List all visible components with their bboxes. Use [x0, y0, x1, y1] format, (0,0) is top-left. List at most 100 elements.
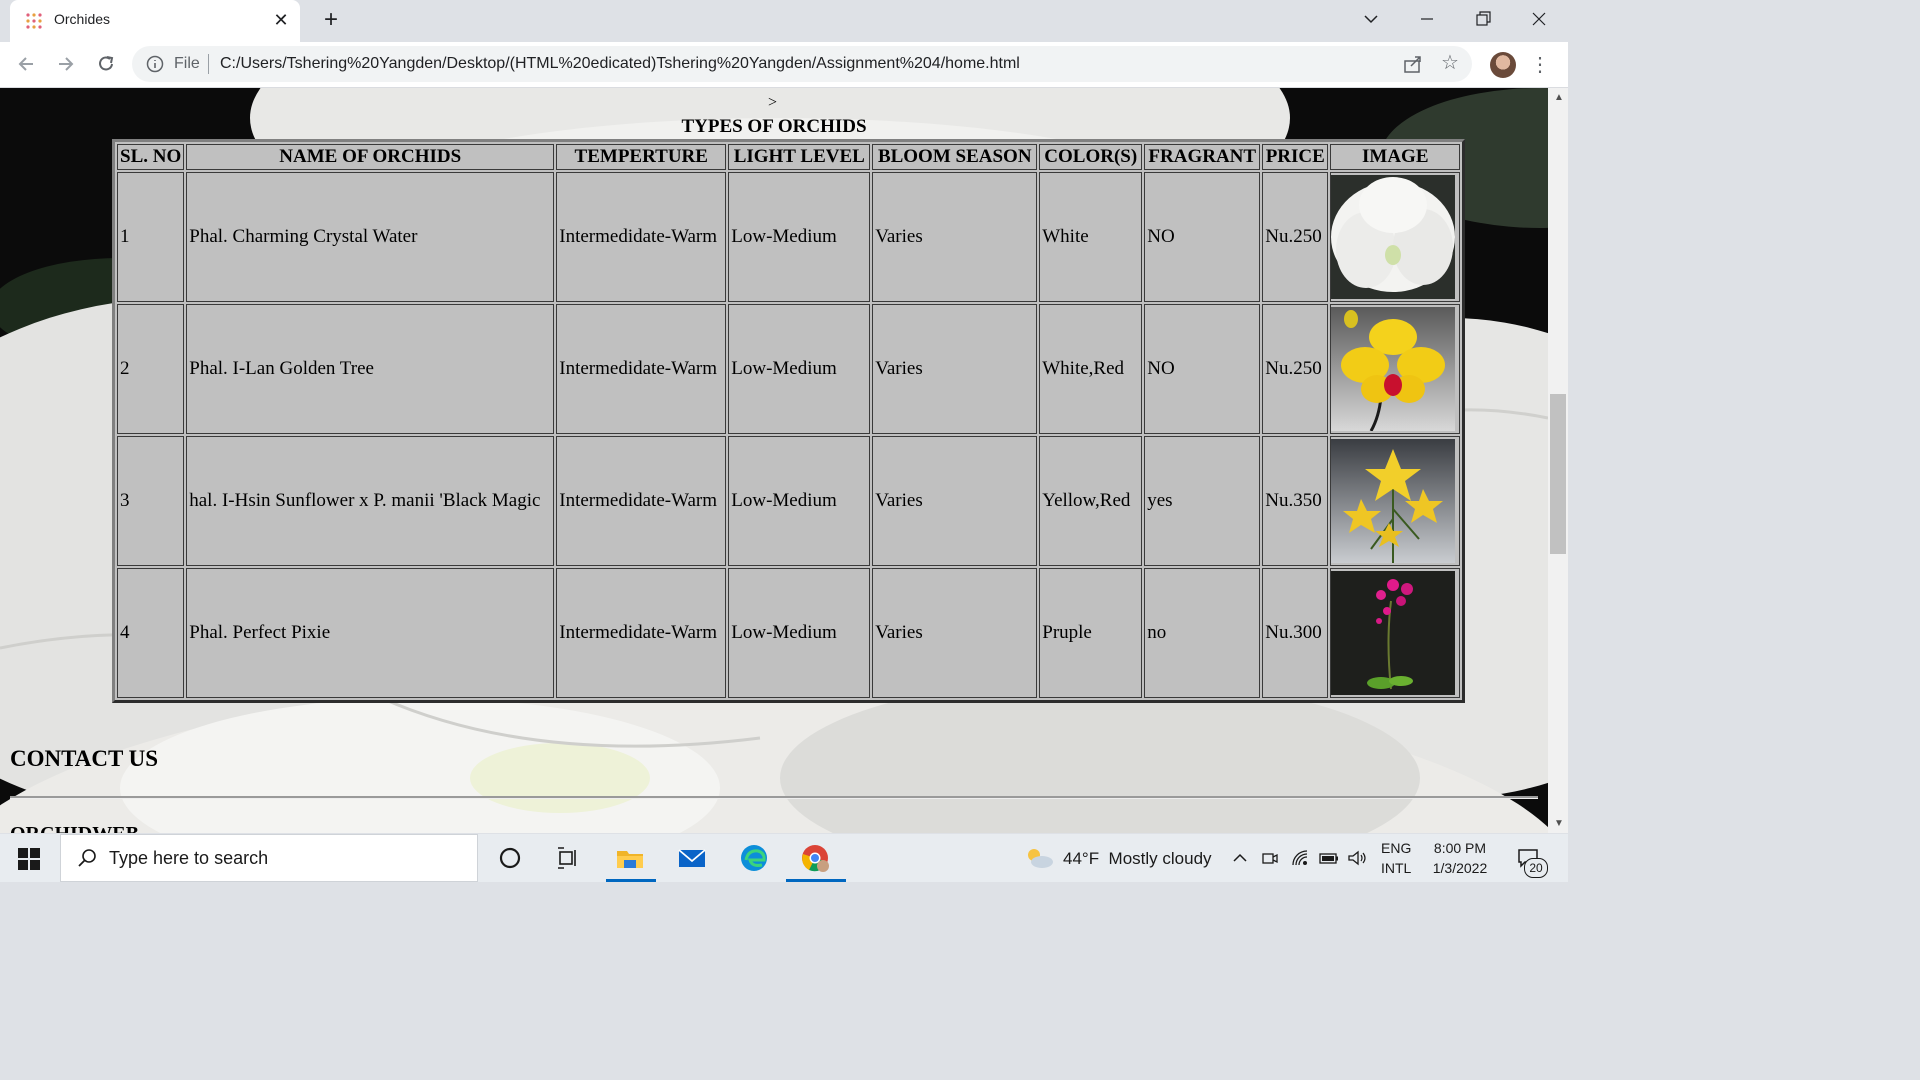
scroll-up-arrow-icon[interactable]: ▲ [1554, 92, 1564, 103]
address-divider [208, 54, 209, 74]
page-viewport: > TYPES OF ORCHIDS SL. NO NAME OF ORCHID… [0, 88, 1548, 833]
cell-light: Low-Medium [728, 172, 871, 302]
cell-colors: White,Red [1039, 304, 1143, 434]
cell-temperature: Intermedidate-Warm [556, 436, 727, 566]
address-url[interactable]: C:/Users/Tshering%20Yangden/Desktop/(HTM… [220, 55, 1020, 73]
white-orchid-image [1331, 175, 1456, 299]
cell-season: Varies [872, 436, 1038, 566]
clock-date: 1/3/2022 [1432, 860, 1488, 876]
tab-search-chevron-icon[interactable] [1356, 6, 1386, 32]
minimize-button[interactable] [1412, 6, 1442, 32]
orchids-table: SL. NO NAME OF ORCHIDS TEMPERTURE LIGHT … [112, 139, 1466, 703]
windows-start-icon[interactable] [18, 848, 40, 870]
cortana-icon[interactable] [494, 842, 526, 874]
cell-light: Low-Medium [728, 436, 871, 566]
cell-fragrant: no [1144, 568, 1261, 698]
windows-taskbar: Type here to search 44°F Mostly cloudy E… [0, 834, 1568, 882]
header-sl-no: SL. NO [117, 144, 185, 170]
chrome-icon[interactable] [799, 842, 831, 874]
cell-fragrant: yes [1144, 436, 1261, 566]
tab-orchides[interactable]: Orchides ✕ [10, 0, 300, 42]
clock-time: 8:00 PM [1433, 840, 1487, 856]
cell-name: Phal. I-Lan Golden Tree [186, 304, 555, 434]
cell-season: Varies [872, 304, 1038, 434]
cell-sl-no: 3 [117, 436, 185, 566]
cell-price: Nu.250 [1262, 304, 1329, 434]
cell-name: hal. I-Hsin Sunflower x P. manii 'Black … [186, 436, 555, 566]
search-placeholder: Type here to search [109, 848, 269, 868]
show-hidden-icons-chevron-icon[interactable] [1230, 848, 1250, 868]
address-bar[interactable]: File C:/Users/Tshering%20Yangden/Desktop… [132, 46, 1472, 82]
close-window-button[interactable] [1524, 6, 1554, 32]
task-view-icon[interactable] [552, 842, 584, 874]
cell-colors: Yellow,Red [1039, 436, 1143, 566]
cell-sl-no: 2 [117, 304, 185, 434]
mail-icon[interactable] [676, 842, 708, 874]
table-caption: TYPES OF ORCHIDS [681, 116, 867, 137]
favicon-icon [26, 13, 42, 29]
table-row: 1 Phal. Charming Crystal Water Intermedi… [117, 172, 1461, 302]
cell-name: Phal. Charming Crystal Water [186, 172, 555, 302]
vertical-scrollbar[interactable]: ▲ ▼ [1548, 88, 1568, 833]
cell-price: Nu.300 [1262, 568, 1329, 698]
cloudy-weather-icon[interactable] [1024, 846, 1054, 870]
cell-light: Low-Medium [728, 568, 871, 698]
cell-temperature: Intermedidate-Warm [556, 568, 727, 698]
header-image: IMAGE [1330, 144, 1461, 170]
table-row: 3 hal. I-Hsin Sunflower x P. manii 'Blac… [117, 436, 1461, 566]
new-tab-button[interactable]: + [318, 7, 344, 33]
cell-temperature: Intermedidate-Warm [556, 172, 727, 302]
header-bloom-season: BLOOM SEASON [872, 144, 1038, 170]
header-price: PRICE [1262, 144, 1329, 170]
scroll-down-arrow-icon[interactable]: ▼ [1554, 818, 1564, 829]
cell-light: Low-Medium [728, 304, 871, 434]
edge-icon[interactable] [738, 842, 770, 874]
header-name: NAME OF ORCHIDS [186, 144, 555, 170]
chrome-active-indicator [786, 879, 846, 882]
keyboard-layout: INTL [1381, 860, 1412, 876]
battery-icon[interactable] [1319, 848, 1339, 868]
cell-season: Varies [872, 172, 1038, 302]
contact-heading: CONTACT US [10, 746, 159, 771]
pink-orchid-image [1331, 571, 1456, 695]
info-icon[interactable] [146, 55, 164, 73]
yellow-orchid-image [1331, 307, 1456, 431]
footer-heading-partial: ORCHIDWEB [10, 823, 139, 833]
forward-arrow-icon[interactable] [52, 50, 80, 78]
volume-icon[interactable] [1347, 848, 1367, 868]
explorer-active-indicator [606, 879, 656, 882]
cell-fragrant: NO [1144, 172, 1261, 302]
search-icon [78, 849, 96, 867]
header-fragrant: FRAGRANT [1144, 144, 1261, 170]
weather-description: Mostly cloudy [1108, 849, 1212, 868]
system-clock[interactable]: 8:00 PM 1/3/2022 [1428, 838, 1492, 878]
reload-icon[interactable] [92, 50, 120, 78]
stray-text: > [768, 94, 778, 111]
tab-close-icon[interactable]: ✕ [270, 9, 292, 31]
cell-image [1330, 172, 1461, 302]
profile-avatar[interactable] [1490, 52, 1516, 78]
language-indicator[interactable]: ENG INTL [1381, 838, 1411, 878]
cell-name: Phal. Perfect Pixie [186, 568, 555, 698]
file-explorer-icon[interactable] [614, 842, 646, 874]
meet-now-icon[interactable] [1260, 848, 1280, 868]
cell-sl-no: 4 [117, 568, 185, 698]
cell-price: Nu.250 [1262, 172, 1329, 302]
table-row: 2 Phal. I-Lan Golden Tree Intermedidate-… [117, 304, 1461, 434]
taskbar-search-box[interactable]: Type here to search [60, 834, 478, 882]
restore-button[interactable] [1468, 6, 1498, 32]
wifi-icon[interactable] [1290, 848, 1310, 868]
bookmark-star-icon[interactable]: ☆ [1438, 51, 1462, 75]
scroll-thumb[interactable] [1550, 394, 1566, 554]
yellow-orchid-cluster-image [1331, 439, 1456, 563]
back-arrow-icon[interactable] [12, 50, 40, 78]
table-row: 4 Phal. Perfect Pixie Intermedidate-Warm… [117, 568, 1461, 698]
share-icon[interactable] [1402, 53, 1424, 75]
header-temperature: TEMPERTURE [556, 144, 727, 170]
browser-menu-icon[interactable]: ⋮ [1530, 51, 1550, 79]
cell-fragrant: NO [1144, 304, 1261, 434]
cell-temperature: Intermedidate-Warm [556, 304, 727, 434]
header-colors: COLOR(S) [1039, 144, 1143, 170]
cell-colors: Pruple [1039, 568, 1143, 698]
weather-readout[interactable]: 44°F Mostly cloudy [1063, 849, 1212, 869]
